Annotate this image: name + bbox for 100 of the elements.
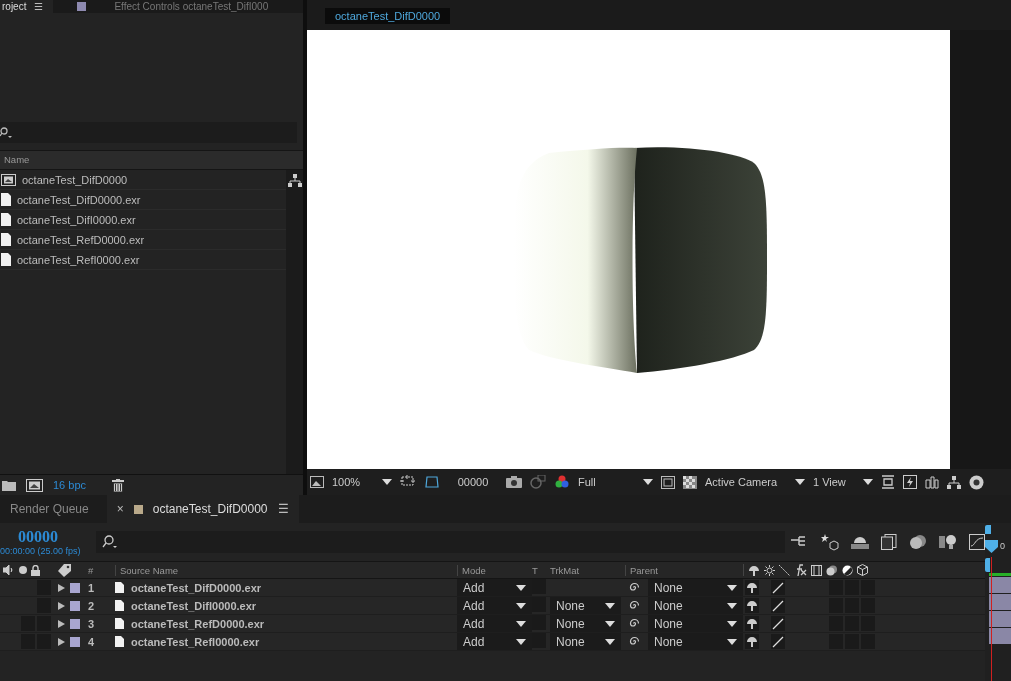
work-area-handle-icon[interactable] bbox=[985, 558, 990, 572]
column-header[interactable]: Source Name bbox=[115, 564, 457, 576]
layer-name[interactable]: octaneTest_DifD0000.exr bbox=[131, 581, 262, 594]
label-color-swatch[interactable] bbox=[70, 582, 80, 593]
parent-dropdown[interactable]: None bbox=[648, 633, 743, 650]
search-field[interactable] bbox=[0, 122, 297, 143]
view-layout-dropdown[interactable]: 1 View bbox=[813, 476, 873, 488]
shy-toggle[interactable] bbox=[745, 616, 759, 631]
camera-dropdown[interactable]: Active Camera bbox=[705, 476, 805, 488]
column-header[interactable]: Name bbox=[0, 150, 303, 170]
mode-dropdown[interactable]: Add bbox=[457, 597, 532, 614]
column-header[interactable]: Mode bbox=[457, 564, 532, 576]
parent-dropdown[interactable]: None bbox=[648, 615, 743, 632]
column-header[interactable]: Parent bbox=[625, 564, 743, 576]
lightbulb-icon[interactable] bbox=[939, 534, 957, 550]
zoom-dropdown[interactable]: 100% bbox=[332, 476, 392, 488]
bit-depth-button[interactable]: 16 bpc bbox=[53, 479, 87, 491]
file-icon bbox=[115, 600, 124, 611]
project-item[interactable]: octaneTest_DifD0000 bbox=[0, 170, 286, 190]
adjustment-layer-icon[interactable] bbox=[842, 564, 853, 576]
panel-tab[interactable]: Effect Controls octaneTest_DifI000 bbox=[53, 0, 279, 13]
layer-number: 1 bbox=[88, 581, 96, 594]
mode-dropdown[interactable]: Add bbox=[457, 633, 532, 650]
label-color-swatch[interactable] bbox=[70, 636, 80, 647]
pick-whip-icon[interactable] bbox=[629, 600, 640, 611]
motion-blur-icon[interactable] bbox=[909, 534, 927, 550]
mode-dropdown[interactable]: Add bbox=[457, 579, 532, 596]
quality-toggle[interactable] bbox=[771, 598, 785, 613]
file-icon bbox=[115, 582, 124, 593]
shy-toggle[interactable] bbox=[745, 580, 759, 595]
pick-whip-icon[interactable] bbox=[629, 618, 640, 629]
timecode-detail: 00:00:00 (25.00 fps) bbox=[0, 546, 81, 556]
pick-whip-icon[interactable] bbox=[629, 636, 640, 647]
sun-icon[interactable] bbox=[764, 564, 775, 576]
mode-dropdown[interactable]: Add bbox=[457, 615, 532, 632]
label-color-swatch[interactable] bbox=[70, 600, 80, 611]
motion-blur-icon[interactable] bbox=[826, 564, 838, 576]
layer-name[interactable]: octaneTest_DifI0000.exr bbox=[131, 599, 257, 612]
lock-icon[interactable] bbox=[31, 564, 40, 576]
column-header[interactable]: TrkMat bbox=[550, 564, 625, 576]
quality-toggle[interactable] bbox=[771, 580, 785, 595]
aperture-icon[interactable] bbox=[969, 474, 984, 490]
playhead-icon[interactable] bbox=[985, 539, 998, 553]
composition-icon[interactable] bbox=[26, 478, 43, 492]
frame-blending-icon[interactable] bbox=[881, 534, 897, 550]
panel-tab[interactable]: × octaneTest_DifD0000 ☰ bbox=[106, 495, 299, 523]
snapshot-icon[interactable] bbox=[530, 475, 546, 489]
file-icon bbox=[1, 193, 11, 206]
camera-icon[interactable] bbox=[506, 476, 522, 488]
quality-toggle[interactable] bbox=[771, 616, 785, 631]
effects-icon[interactable] bbox=[794, 564, 807, 576]
region-icon[interactable] bbox=[661, 475, 675, 489]
frame-field[interactable]: 00000 bbox=[448, 476, 498, 488]
toggle-pixel-icon[interactable] bbox=[881, 475, 895, 489]
shy-toggle[interactable] bbox=[745, 598, 759, 613]
file-icon bbox=[115, 636, 124, 647]
track-matte-dropdown[interactable]: None bbox=[550, 597, 621, 614]
quality-icon[interactable] bbox=[779, 564, 790, 576]
ruler-label: 0 bbox=[1000, 541, 1005, 551]
pick-whip-icon[interactable] bbox=[629, 582, 640, 593]
label-color-swatch[interactable] bbox=[70, 618, 80, 629]
track-matte-dropdown[interactable]: None bbox=[550, 633, 621, 650]
file-icon bbox=[115, 618, 124, 629]
frame-blending-icon[interactable] bbox=[811, 564, 822, 576]
project-item[interactable]: octaneTest_RefI0000.exr bbox=[0, 250, 286, 270]
layer-name[interactable]: octaneTest_RefI0000.exr bbox=[131, 635, 260, 648]
project-item[interactable]: octaneTest_DifD0000.exr bbox=[0, 190, 286, 210]
panel-tab[interactable]: roject ☰ bbox=[0, 0, 54, 13]
search-field[interactable] bbox=[95, 531, 785, 553]
project-item[interactable]: octaneTest_RefD0000.exr bbox=[0, 230, 286, 250]
solo-icon[interactable] bbox=[19, 566, 27, 574]
layer-name[interactable]: octaneTest_RefD0000.exr bbox=[131, 617, 265, 630]
image-icon[interactable] bbox=[310, 476, 324, 488]
panel-tab[interactable]: Render Queue bbox=[0, 495, 99, 523]
shy-icon[interactable] bbox=[748, 564, 760, 576]
current-time[interactable]: 00000 bbox=[18, 528, 58, 546]
quality-toggle[interactable] bbox=[771, 634, 785, 649]
composition-tab[interactable]: octaneTest_DifD0000 bbox=[325, 8, 451, 24]
mask-icon[interactable] bbox=[424, 475, 440, 489]
column-header[interactable]: T bbox=[532, 564, 550, 576]
graph-editor-icon[interactable] bbox=[969, 534, 985, 550]
project-item[interactable]: octaneTest_DifI0000.exr bbox=[0, 210, 286, 230]
color-channels-icon[interactable] bbox=[554, 475, 570, 489]
folder-icon[interactable] bbox=[2, 479, 16, 491]
draft-3d-icon[interactable] bbox=[821, 533, 839, 551]
parent-dropdown[interactable]: None bbox=[648, 597, 743, 614]
column-header[interactable]: # bbox=[88, 564, 115, 576]
shy-toggle[interactable] bbox=[745, 634, 759, 649]
resolution-dropdown[interactable]: Full bbox=[578, 476, 653, 488]
shy-icon[interactable] bbox=[851, 534, 869, 550]
checkerboard-icon[interactable] bbox=[683, 475, 697, 489]
speaker-icon[interactable] bbox=[3, 565, 15, 575]
work-area-handle-icon[interactable] bbox=[985, 524, 991, 534]
parent-dropdown[interactable]: None bbox=[648, 579, 743, 596]
trash-icon[interactable] bbox=[112, 478, 125, 492]
fast-preview-icon[interactable] bbox=[903, 475, 917, 489]
cube-icon[interactable] bbox=[857, 564, 868, 576]
tag-icon[interactable] bbox=[58, 563, 71, 577]
timeline-icon[interactable] bbox=[925, 475, 939, 489]
track-matte-dropdown[interactable]: None bbox=[550, 615, 621, 632]
